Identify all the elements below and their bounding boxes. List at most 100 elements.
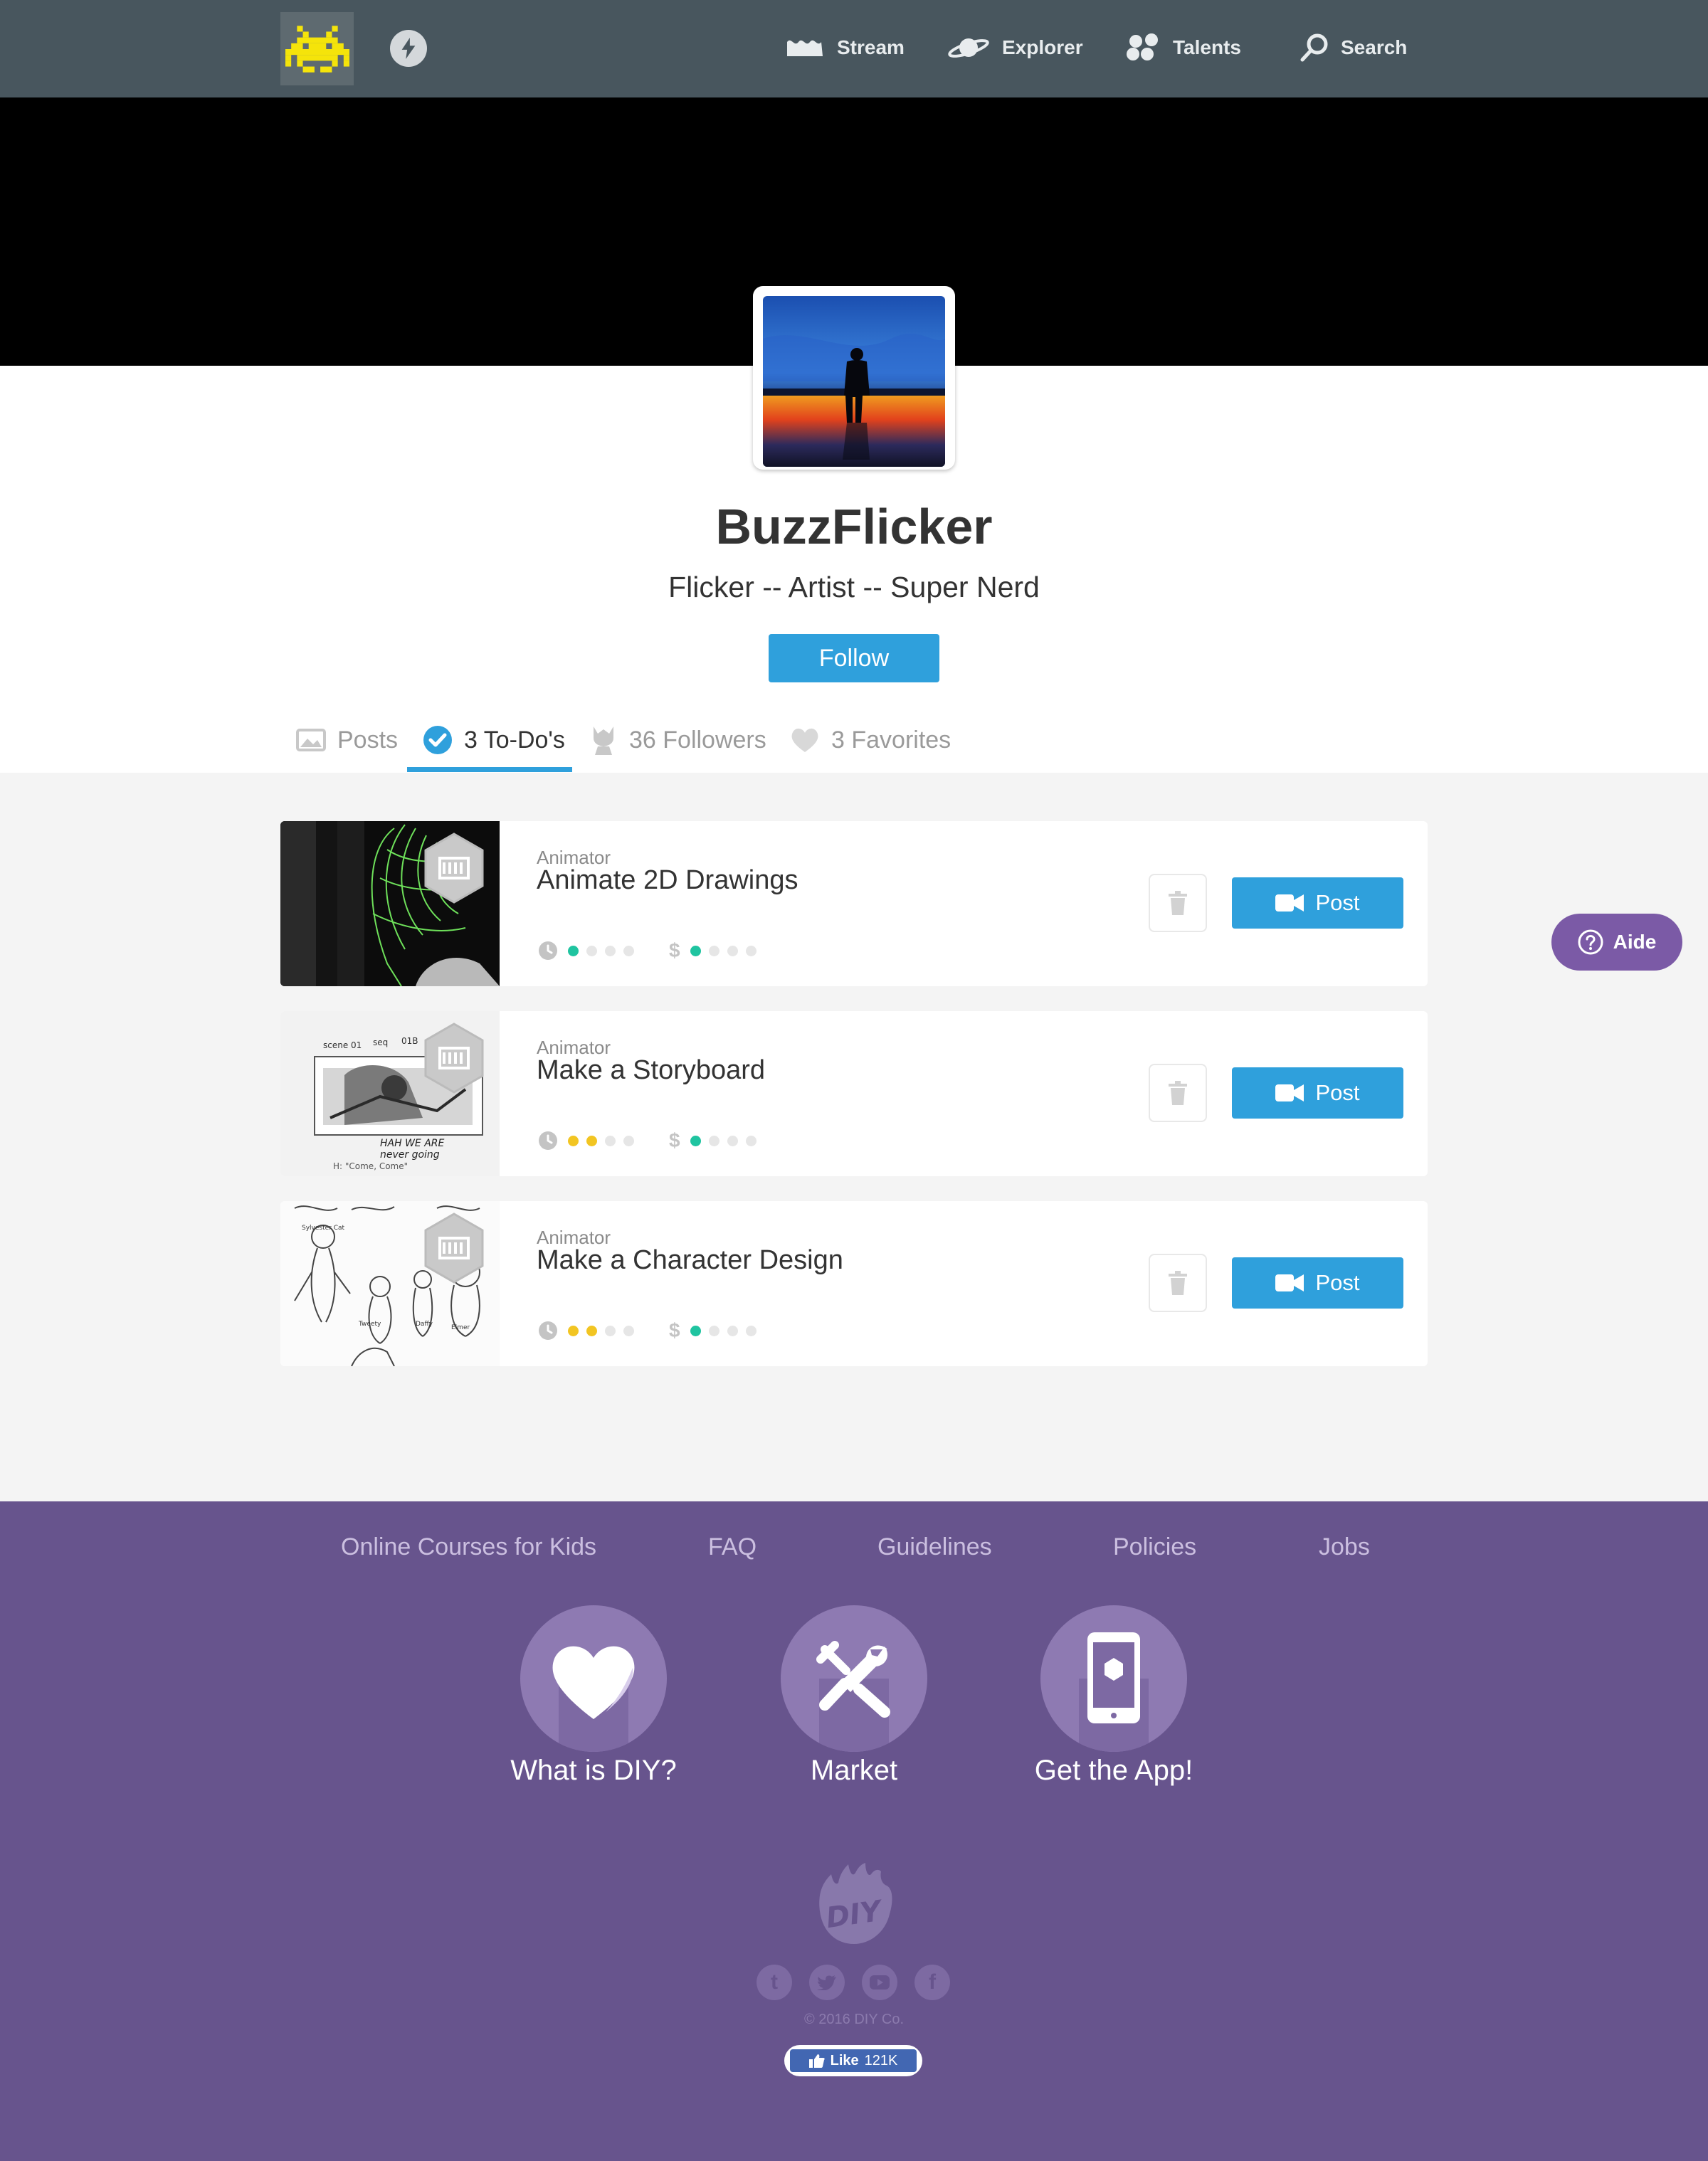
svg-text:Elmer: Elmer bbox=[451, 1324, 470, 1331]
svg-text:Tweety: Tweety bbox=[358, 1321, 381, 1328]
like-count: 121K bbox=[864, 2052, 898, 2068]
todo-thumbnail bbox=[280, 821, 500, 986]
tools-icon bbox=[816, 1641, 890, 1718]
time-dot bbox=[568, 945, 579, 956]
trash-icon bbox=[1169, 1271, 1187, 1295]
stream-icon bbox=[787, 40, 823, 56]
time-dot bbox=[605, 1325, 616, 1336]
avatar[interactable] bbox=[753, 286, 955, 470]
tumblr-icon[interactable]: t bbox=[757, 1965, 792, 2000]
post-button[interactable]: Post bbox=[1232, 1257, 1403, 1309]
delete-todo-button[interactable] bbox=[1149, 1064, 1207, 1122]
footer-link-policies[interactable]: Policies bbox=[1113, 1533, 1196, 1561]
todo-card[interactable]: Sylvester Cat Tweety Daffy Elmer Animator M… bbox=[280, 1201, 1428, 1366]
phone-icon bbox=[1087, 1632, 1140, 1723]
activity-button[interactable] bbox=[390, 30, 427, 67]
tab-label: 3 Favorites bbox=[831, 726, 951, 754]
copyright-text: © 2016 DIY Co. bbox=[804, 2012, 904, 2027]
cost-dot bbox=[690, 1135, 701, 1146]
nav-item-search[interactable]: Search bbox=[1300, 26, 1407, 70]
nav-label: Stream bbox=[837, 36, 905, 58]
todo-title[interactable]: Animate 2D Drawings bbox=[537, 865, 798, 896]
site-logo[interactable] bbox=[280, 12, 354, 85]
post-button[interactable]: Post bbox=[1232, 877, 1403, 929]
post-label: Post bbox=[1315, 1080, 1360, 1105]
clock-icon bbox=[539, 941, 557, 960]
help-button[interactable]: Aide bbox=[1551, 914, 1682, 971]
time-dot bbox=[568, 1135, 579, 1146]
clock-icon bbox=[539, 1131, 557, 1150]
svg-text:H: "Come, Come": H: "Come, Come" bbox=[333, 1161, 408, 1171]
nav-item-talents[interactable]: Talents bbox=[1126, 26, 1241, 70]
todo-badge-icon bbox=[424, 1023, 484, 1094]
todo-card[interactable]: scene 01 seq 01B HAH WE ARE never going H: … bbox=[280, 1011, 1428, 1176]
todo-title[interactable]: Make a Character Design bbox=[537, 1245, 843, 1276]
cost-dot bbox=[690, 1325, 701, 1336]
time-dot bbox=[605, 1135, 616, 1146]
active-tab-indicator bbox=[407, 767, 572, 772]
top-navbar: Stream Explorer Talents Search bbox=[0, 0, 1708, 97]
time-dot bbox=[623, 1135, 634, 1146]
time-dot bbox=[586, 1325, 597, 1336]
market-label[interactable]: Market bbox=[740, 1755, 968, 1787]
tab-label: Posts bbox=[337, 726, 399, 754]
time-dot bbox=[623, 1325, 634, 1336]
heart-icon bbox=[552, 1646, 635, 1719]
time-dot bbox=[605, 945, 616, 956]
follow-button[interactable]: Follow bbox=[769, 634, 939, 682]
image-icon bbox=[296, 729, 326, 751]
todo-meta: $ bbox=[538, 1129, 764, 1152]
footer-link-guidelines[interactable]: Guidelines bbox=[877, 1533, 992, 1561]
video-camera-icon bbox=[1275, 1084, 1304, 1101]
tab-posts[interactable]: Posts bbox=[296, 719, 398, 761]
nav-item-stream[interactable]: Stream bbox=[784, 26, 905, 70]
cost-dot bbox=[690, 945, 701, 956]
cost-dot bbox=[745, 1325, 757, 1336]
todo-thumbnail: Sylvester Cat Tweety Daffy Elmer bbox=[280, 1201, 500, 1366]
like-label: Like bbox=[830, 2052, 859, 2068]
todo-title[interactable]: Make a Storyboard bbox=[537, 1055, 765, 1086]
svg-text:HAH WE ARE: HAH WE ARE bbox=[380, 1138, 445, 1149]
cost-dot bbox=[708, 1135, 719, 1146]
trash-icon bbox=[1169, 891, 1187, 915]
youtube-icon[interactable] bbox=[862, 1965, 897, 2000]
search-icon bbox=[1300, 33, 1328, 62]
clock-icon bbox=[539, 1321, 557, 1340]
footer-link-jobs[interactable]: Jobs bbox=[1319, 1533, 1370, 1561]
cost-dot bbox=[708, 1325, 719, 1336]
tab-followers[interactable]: 36 Followers bbox=[589, 719, 766, 761]
facebook-like-button[interactable]: Like 121K bbox=[784, 2045, 922, 2076]
todo-thumbnail: scene 01 seq 01B HAH WE ARE never going H: … bbox=[280, 1011, 500, 1176]
tab-label: 36 Followers bbox=[629, 726, 766, 754]
tab-favorites[interactable]: 3 Favorites bbox=[790, 719, 951, 761]
svg-text:Sylvester Cat: Sylvester Cat bbox=[302, 1225, 345, 1232]
post-button[interactable]: Post bbox=[1232, 1067, 1403, 1119]
talents-icon bbox=[1127, 33, 1158, 60]
facebook-icon[interactable]: f bbox=[914, 1965, 950, 2000]
footer-link-courses[interactable]: Online Courses for Kids bbox=[341, 1533, 596, 1561]
question-circle-icon bbox=[1578, 929, 1603, 955]
get-the-app-label[interactable]: Get the App! bbox=[1000, 1755, 1228, 1787]
get-the-app-button[interactable] bbox=[1040, 1605, 1187, 1752]
footer-link-faq[interactable]: FAQ bbox=[708, 1533, 757, 1561]
nav-item-explorer[interactable]: Explorer bbox=[947, 26, 1083, 70]
time-dot bbox=[586, 1135, 597, 1146]
avatar-image bbox=[763, 296, 945, 467]
what-is-diy-label[interactable]: What is DIY? bbox=[480, 1755, 707, 1787]
market-button[interactable] bbox=[781, 1605, 927, 1752]
follower-icon bbox=[594, 727, 613, 755]
profile-tagline: Flicker -- Artist -- Super Nerd bbox=[668, 571, 1040, 603]
what-is-diy-button[interactable] bbox=[520, 1605, 667, 1752]
todo-meta: $ bbox=[538, 1319, 764, 1342]
twitter-icon[interactable] bbox=[809, 1965, 845, 2000]
cost-dot bbox=[727, 1135, 738, 1146]
todo-card[interactable]: Animator Animate 2D Drawings $ Post bbox=[280, 821, 1428, 986]
delete-todo-button[interactable] bbox=[1149, 874, 1207, 932]
delete-todo-button[interactable] bbox=[1149, 1254, 1207, 1312]
todo-badge-icon bbox=[424, 1212, 484, 1284]
time-dot bbox=[586, 945, 597, 956]
todo-meta: $ bbox=[538, 939, 764, 962]
tab-todos[interactable]: 3 To-Do's bbox=[423, 719, 565, 761]
svg-text:never going: never going bbox=[380, 1149, 440, 1161]
todo-badge-icon bbox=[424, 833, 484, 904]
